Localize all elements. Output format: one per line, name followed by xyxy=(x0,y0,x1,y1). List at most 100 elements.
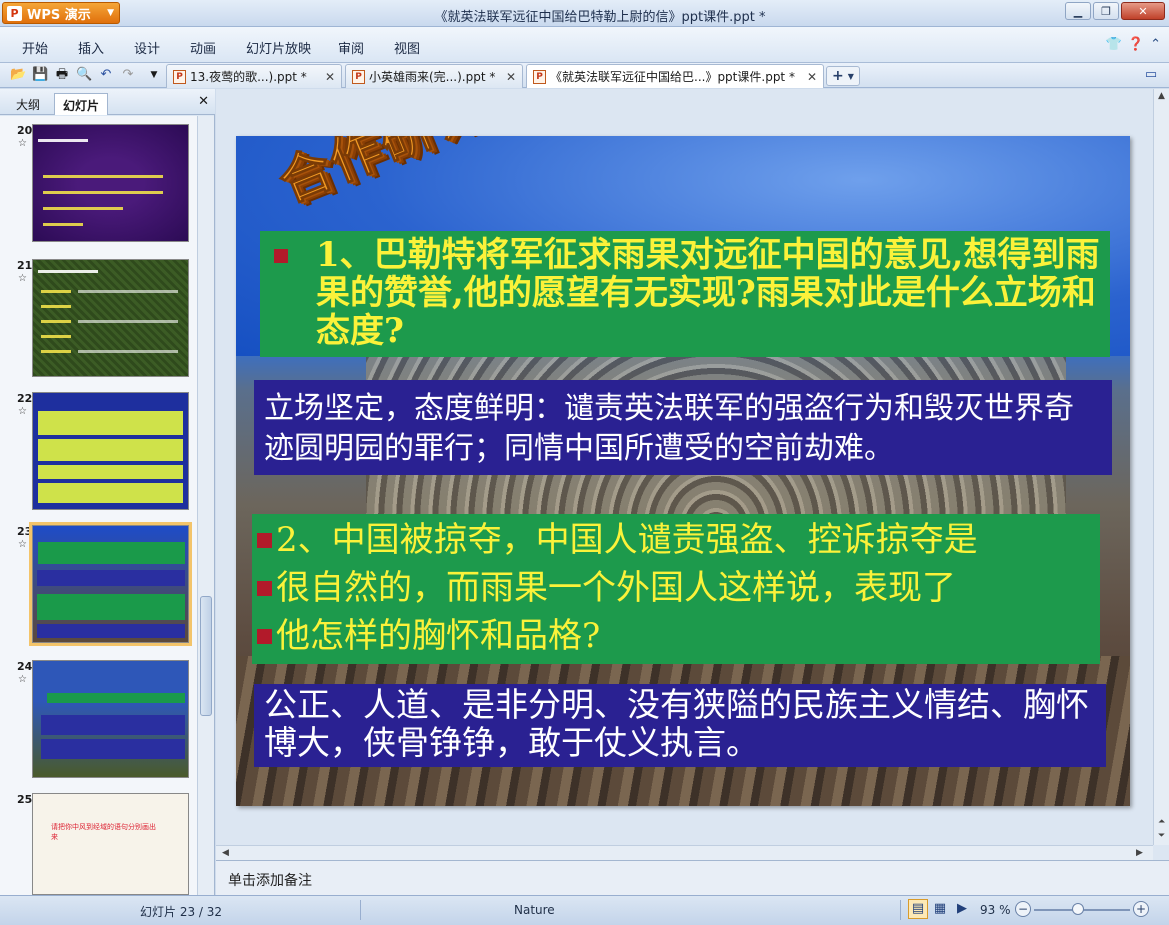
app-name: WPS 演示 xyxy=(27,7,91,23)
print-icon[interactable]: 🖶 xyxy=(54,67,70,83)
new-tab-button[interactable]: + ▼ xyxy=(826,66,860,86)
close-tab-icon[interactable]: ✕ xyxy=(325,70,335,84)
theme-name: Nature xyxy=(514,903,555,917)
print-preview-icon[interactable]: 🔍 xyxy=(76,67,92,83)
normal-view-icon[interactable]: ▤ xyxy=(908,899,928,919)
quick-toolbar: 📂 💾 🖶 🔍 ↶ ↷ ▼ P 13.夜莺的歌...).ppt * ✕ P 小英… xyxy=(0,63,1169,88)
bullet-icon xyxy=(257,628,272,644)
question-2-box[interactable]: 2、中国被掠夺，中国人谴责强盗、控诉掠夺是 很自然的，而雨果一个外国人这样说，表… xyxy=(252,514,1100,664)
save-icon[interactable]: 💾 xyxy=(32,67,48,83)
menu-home[interactable]: 开始 xyxy=(22,38,48,57)
title-bar: P WPS 演示 ▼ 《就英法联军远征中国给巴特勒上尉的信》ppt课件.ppt … xyxy=(0,0,1169,27)
slide-thumbnail-23-selected[interactable] xyxy=(29,522,192,646)
question-2-line: 他怎样的胸怀和品格? xyxy=(276,616,601,656)
doc-tab-label: 13.夜莺的歌...).ppt * xyxy=(190,70,307,84)
question-1-text: 1、巴勒特将军征求雨果对远征中国的意见,想得到雨果的赞誉,他的愿望有无实现?雨果… xyxy=(316,235,1100,351)
menu-animation[interactable]: 动画 xyxy=(190,38,216,57)
zoom-level: 93 % xyxy=(980,903,1011,917)
zoom-in-icon[interactable]: + xyxy=(1133,901,1149,917)
animation-star-icon: ☆ xyxy=(18,138,27,149)
animation-star-icon: ☆ xyxy=(18,674,27,685)
slideshow-icon[interactable]: ▶ xyxy=(952,899,972,919)
doc-tab-label: 小英雄雨来(完...).ppt * xyxy=(369,70,496,84)
question-2-line: 2、中国被掠夺，中国人谴责强盗、控诉掠夺是 xyxy=(276,520,978,560)
skin-icon[interactable]: 👕 xyxy=(1106,37,1122,52)
menu-review[interactable]: 审阅 xyxy=(338,38,364,57)
editor-vertical-scrollbar[interactable]: ▲ ⏶ ⏷ xyxy=(1153,89,1169,845)
scroll-right-icon[interactable]: ▶ xyxy=(1136,848,1143,858)
bullet-icon xyxy=(257,532,272,548)
slide-thumbnail-25[interactable]: 请把你中风到经域的语句分别画出来 xyxy=(32,793,189,895)
slide-sorter-icon[interactable]: ▦ xyxy=(930,899,950,919)
chevron-down-icon: ▼ xyxy=(107,8,114,18)
menu-slideshow[interactable]: 幻灯片放映 xyxy=(246,38,311,57)
scroll-left-icon[interactable]: ◀ xyxy=(222,848,229,858)
slide-number: 25 xyxy=(17,793,33,806)
zoom-slider-handle[interactable] xyxy=(1072,903,1084,915)
notes-pane[interactable]: 单击添加备注 xyxy=(216,860,1169,895)
doc-tab-active[interactable]: P 《就英法联军远征中国给巴...》ppt课件.ppt * ✕ xyxy=(526,64,824,88)
animation-star-icon: ☆ xyxy=(18,406,27,417)
layout-toggle-icon[interactable]: ▭ xyxy=(1143,67,1159,83)
thumbnail-scrollbar[interactable] xyxy=(197,116,214,895)
slide-number: 24 xyxy=(17,660,33,673)
slide-thumbnail-20[interactable] xyxy=(32,124,189,242)
minimize-button[interactable]: ▁ xyxy=(1065,2,1091,20)
question-1-box[interactable]: 1、巴勒特将军征求雨果对远征中国的意见,想得到雨果的赞誉,他的愿望有无实现?雨果… xyxy=(260,231,1110,357)
undo-icon[interactable]: ↶ xyxy=(98,67,114,83)
next-slide-icon[interactable]: ⏷ xyxy=(1158,831,1165,841)
slide-number: 23 xyxy=(17,525,33,538)
slide-editor: 合作研讨 1、巴勒特将军征求雨果对远征中国的意见,想得到雨果的赞誉,他的愿望有无… xyxy=(216,89,1169,860)
answer-2-text: 公正、人道、是非分明、没有狭隘的民族主义情结、胸怀博大，侠骨铮铮，敢于仗义执言。 xyxy=(264,685,1089,762)
close-button[interactable]: ✕ xyxy=(1121,2,1165,20)
menu-bar: 开始 插入 设计 动画 幻灯片放映 审阅 视图 👕 ❓ ⌃ xyxy=(0,27,1169,63)
answer-1-text: 立场坚定，态度鲜明：谴责英法联军的强盗行为和毁灭世界奇迹圆明园的罪行；同情中国所… xyxy=(264,391,1074,466)
scroll-up-icon[interactable]: ▲ xyxy=(1158,91,1165,101)
slide-number: 21 xyxy=(17,259,33,272)
close-panel-icon[interactable]: ✕ xyxy=(198,94,209,109)
slides-panel: 大纲 幻灯片 ✕ 20 ☆ 21 ☆ 22 ☆ 23 ☆ 24 ☆ 25 请把你… xyxy=(0,89,215,895)
open-folder-icon[interactable]: 📂 xyxy=(10,67,26,83)
menu-view[interactable]: 视图 xyxy=(394,38,420,57)
doc-tab-label: 《就英法联军远征中国给巴...》ppt课件.ppt * xyxy=(550,70,795,84)
prev-slide-icon[interactable]: ⏶ xyxy=(1158,817,1165,827)
answer-1-box[interactable]: 立场坚定，态度鲜明：谴责英法联军的强盗行为和毁灭世界奇迹圆明园的罪行；同情中国所… xyxy=(254,380,1112,475)
slide-thumbnail-22[interactable] xyxy=(32,392,189,510)
slide-counter: 幻灯片 23 / 32 xyxy=(140,905,223,919)
ppt-file-icon: P xyxy=(533,69,546,84)
menu-design[interactable]: 设计 xyxy=(134,38,160,57)
bullet-icon xyxy=(257,580,272,596)
menu-insert[interactable]: 插入 xyxy=(78,38,104,57)
scroll-thumb[interactable] xyxy=(200,596,212,716)
close-tab-icon[interactable]: ✕ xyxy=(506,70,516,84)
customize-toolbar-icon[interactable]: ▼ xyxy=(146,67,162,83)
status-bar: 幻灯片 23 / 32 Nature ▤ ▦ ▶ 93 % − + xyxy=(0,895,1169,925)
doc-tab-2[interactable]: P 小英雄雨来(完...).ppt * ✕ xyxy=(345,64,523,88)
ribbon-collapse-icon[interactable]: ⌃ xyxy=(1150,37,1161,52)
window-title: 《就英法联军远征中国给巴特勒上尉的信》ppt课件.ppt * xyxy=(434,10,766,25)
slide-number: 22 xyxy=(17,392,33,405)
thumb-text: 请把你中风到经域的语句分别画出来 xyxy=(51,823,156,841)
restore-button[interactable]: ❐ xyxy=(1093,2,1119,20)
answer-2-box[interactable]: 公正、人道、是非分明、没有狭隘的民族主义情结、胸怀博大，侠骨铮铮，敢于仗义执言。 xyxy=(254,684,1106,767)
wps-logo-icon: P xyxy=(7,5,22,21)
editor-horizontal-scrollbar[interactable]: ◀ ▶ xyxy=(216,845,1153,860)
app-menu-button[interactable]: P WPS 演示 ▼ xyxy=(2,2,120,24)
zoom-out-icon[interactable]: − xyxy=(1015,901,1031,917)
slide-thumbnail-24[interactable] xyxy=(32,660,189,778)
animation-star-icon: ☆ xyxy=(18,273,27,284)
redo-icon[interactable]: ↷ xyxy=(120,67,136,83)
doc-tab-1[interactable]: P 13.夜莺的歌...).ppt * ✕ xyxy=(166,64,342,88)
ppt-file-icon: P xyxy=(173,69,186,84)
tab-slides[interactable]: 幻灯片 xyxy=(54,93,109,115)
current-slide[interactable]: 合作研讨 1、巴勒特将军征求雨果对远征中国的意见,想得到雨果的赞誉,他的愿望有无… xyxy=(236,136,1130,806)
bullet-icon xyxy=(274,249,288,263)
notes-placeholder: 单击添加备注 xyxy=(228,873,312,889)
thumbnail-list: 20 ☆ 21 ☆ 22 ☆ 23 ☆ 24 ☆ 25 请把你中风到经域的语句分… xyxy=(0,116,197,895)
ppt-file-icon: P xyxy=(352,69,365,84)
help-icon[interactable]: ❓ xyxy=(1128,37,1144,52)
close-tab-icon[interactable]: ✕ xyxy=(807,70,817,84)
tab-outline[interactable]: 大纲 xyxy=(8,93,48,115)
slide-number: 20 xyxy=(17,124,33,137)
slide-thumbnail-21[interactable] xyxy=(32,259,189,377)
